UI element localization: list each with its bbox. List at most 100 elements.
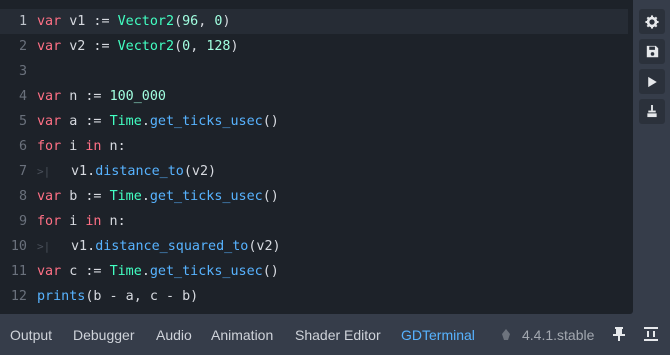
run-button[interactable] [639,69,665,94]
tab-output[interactable]: Output [10,327,52,343]
pin-icon[interactable] [613,327,625,341]
code-token: ( [174,39,183,54]
code-lines[interactable]: 1 var v1 := Vector2(96, 0) 2 var v2 := Vect… [0,9,281,309]
code-token: . [141,189,150,204]
code-line[interactable]: 5 var a := Time.get_ticks_usec() [0,109,281,134]
tab-animation[interactable]: Animation [211,327,273,343]
broom-icon [647,105,657,118]
update-spinner-icon[interactable] [499,328,513,342]
code-line[interactable]: 8 var b := Time.get_ticks_usec() [0,184,281,209]
code-token: v1. [71,164,96,179]
tab-indent-marker-icon: >| [37,240,51,253]
tab-indent-marker-icon: >| [37,165,51,178]
code-token: () [262,189,279,204]
line-number: 10 [10,239,27,254]
code-token: v2 := [61,39,118,54]
code-token: v1 := [61,14,118,29]
code-line[interactable]: 6 for i in n: [0,134,281,159]
code-token: get_ticks_usec [149,189,263,204]
code-token: n: [101,139,126,154]
code-token: (b - a, c - b) [85,289,199,304]
code-token: (v2) [248,239,281,254]
line-number: 7 [18,164,27,179]
code-token: distance_to [95,164,184,179]
tab-audio[interactable]: Audio [156,327,192,343]
code-token: var [37,114,62,129]
code-token: n := [61,89,110,104]
code-token: () [262,264,279,279]
code-token: var [37,89,62,104]
line-number: 8 [18,189,27,204]
code-line[interactable]: 4 var n := 100_000 [0,84,281,109]
code-token: , [198,14,215,29]
code-editor[interactable]: 1 var v1 := Vector2(96, 0) 2 var v2 := Vect… [0,0,633,314]
code-token: Vector2 [117,39,175,54]
code-line[interactable]: 7 >| v1.distance_to(v2) [0,159,281,184]
line-number: 5 [18,114,27,129]
code-token: Time [109,264,142,279]
code-token: 100_000 [109,89,166,104]
code-token: ( [174,14,183,29]
tab-debugger[interactable]: Debugger [73,327,135,343]
code-token: var [37,189,62,204]
code-token: v1. [71,239,96,254]
code-line[interactable]: 12 prints(b - a, c - b) [0,284,281,309]
version-label[interactable]: 4.4.1.stable [522,327,594,343]
code-token: prints [37,289,86,304]
gear-icon [645,14,659,29]
code-token: get_ticks_usec [149,114,263,129]
line-number: 2 [18,39,27,54]
code-token: in [85,214,102,229]
code-token: . [141,264,150,279]
code-token: var [37,39,62,54]
line-number: 12 [10,289,27,304]
code-token: for [37,214,62,229]
line-number: 6 [18,139,27,154]
code-line[interactable]: 9 for i in n: [0,209,281,234]
code-token: var [37,14,62,29]
line-number: 9 [18,214,27,229]
code-token: Time [109,189,142,204]
code-token: (v2) [183,164,217,179]
settings-button[interactable] [639,9,665,34]
code-line[interactable]: 10 >| v1.distance_squared_to(v2) [0,234,281,259]
line-number: 4 [18,89,27,104]
line-number: 11 [10,264,27,279]
code-line[interactable]: 11 var c := Time.get_ticks_usec() [0,259,281,284]
play-icon [647,76,657,87]
code-line[interactable]: 1 var v1 := Vector2(96, 0) [0,9,281,34]
code-token: ) [230,39,239,54]
code-token: i [61,214,86,229]
code-token: Vector2 [117,14,175,29]
code-token: b := [61,189,110,204]
code-token: , [190,39,207,54]
code-token: 128 [206,39,231,54]
line-number: 3 [18,64,27,79]
save-button[interactable] [639,39,665,64]
code-token: c := [61,264,110,279]
code-token: get_ticks_usec [149,264,263,279]
code-token: a := [61,114,110,129]
code-token: Time [109,114,142,129]
code-line[interactable]: 3 [0,59,281,84]
tab-shader-editor[interactable]: Shader Editor [295,327,381,343]
code-token: . [141,114,150,129]
code-token: for [37,139,62,154]
code-token: i [61,139,86,154]
line-number: 1 [18,14,27,29]
code-token: ) [222,14,231,29]
code-token: () [262,114,279,129]
bottom-panel-tabs: Output Debugger Audio Animation Shader E… [0,314,670,355]
code-token: 0 [182,39,191,54]
code-token: distance_squared_to [95,239,249,254]
clear-button[interactable] [639,99,665,124]
save-icon [646,45,658,58]
code-token: 96 [182,14,199,29]
terminal-toolbar [639,9,665,129]
code-token: n: [101,214,126,229]
tab-gdterminal[interactable]: GDTerminal [401,327,475,343]
code-token: in [85,139,102,154]
expand-panel-icon[interactable] [644,327,658,341]
code-token: var [37,264,62,279]
code-line[interactable]: 2 var v2 := Vector2(0, 128) [0,34,281,59]
